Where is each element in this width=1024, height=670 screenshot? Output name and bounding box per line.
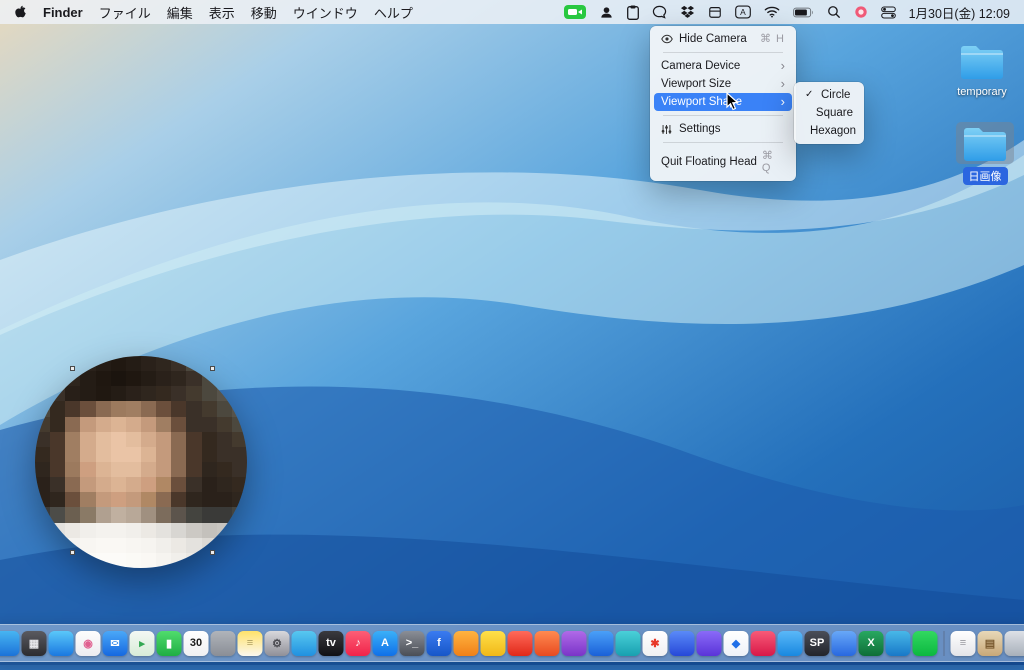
dropdown-menu: Hide Camera⌘ H Camera Device›Viewport Siz…: [650, 26, 796, 181]
menu-bar: Finder ファイル編集表示移動ウインドウヘルプ A: [0, 0, 1024, 24]
desktop-icon-temporary[interactable]: temporary: [947, 40, 1017, 99]
dock-separator: [944, 631, 945, 656]
menubar-menu-移動[interactable]: 移動: [251, 3, 277, 22]
battery-icon[interactable]: [793, 4, 814, 20]
folder-icon: [953, 40, 1011, 82]
dock-app-blue-app-4[interactable]: [886, 631, 911, 656]
dock-app-sp-app[interactable]: SP: [805, 631, 830, 656]
svg-text:A: A: [740, 7, 746, 17]
mouse-cursor: [726, 92, 740, 117]
package-icon[interactable]: [708, 4, 722, 20]
dock-app-photos[interactable]: ◉: [76, 631, 101, 656]
dock-app-yellow-chat[interactable]: [481, 631, 506, 656]
checkmark-icon: ✓: [805, 89, 816, 101]
menu-separator: [663, 52, 783, 53]
dock-app-tv[interactable]: tv: [319, 631, 344, 656]
shortcut-label: ⌘ Q: [762, 150, 785, 174]
folder-icon: [956, 122, 1014, 164]
dock-app-blue-app[interactable]: [589, 631, 614, 656]
control-center-icon[interactable]: [881, 4, 896, 20]
search-icon[interactable]: [827, 4, 841, 20]
dock-app-finder[interactable]: [0, 631, 20, 656]
dock-app-browser-blue[interactable]: [49, 631, 74, 656]
sliders-icon: [661, 124, 674, 135]
floating-head-webcam-overlay[interactable]: [35, 356, 247, 568]
desktop-icon-label: temporary: [951, 85, 1013, 99]
chat-bubble-icon[interactable]: [652, 4, 667, 20]
dock-app-purple-app-2[interactable]: [697, 631, 722, 656]
dock-app-mail[interactable]: ✉: [103, 631, 128, 656]
submenu-item-hexagon[interactable]: Hexagon: [798, 122, 860, 140]
resize-handle-top-left[interactable]: [70, 366, 75, 371]
chevron-right-icon: ›: [781, 97, 785, 107]
dock-app-terminal[interactable]: >_: [400, 631, 425, 656]
dropdown-item-viewport-shape[interactable]: Viewport Shape›: [654, 93, 792, 111]
desktop-icon-label: 日画像: [963, 167, 1008, 185]
webcam-pixel-grid: [35, 356, 247, 568]
viewport-shape-submenu: ✓CircleSquareHexagon: [794, 82, 864, 144]
submenu-item-square[interactable]: Square: [798, 104, 860, 122]
dock-app-teal-app[interactable]: [616, 631, 641, 656]
dropdown-item-settings[interactable]: Settings: [654, 120, 792, 138]
dropdown-item-viewport-size[interactable]: Viewport Size›: [654, 75, 792, 93]
dock-app-red-badge-app[interactable]: [751, 631, 776, 656]
dock-app-appstore[interactable]: A: [373, 631, 398, 656]
dock-app-settings[interactable]: ⚙: [265, 631, 290, 656]
dock-app-trash[interactable]: [1005, 631, 1024, 656]
menubar-menu-編集[interactable]: 編集: [167, 3, 193, 22]
wifi-icon[interactable]: [764, 4, 780, 20]
menu-separator: [663, 142, 783, 143]
menubar-menu-ウインドウ[interactable]: ウインドウ: [293, 3, 358, 22]
dock-app-facetime[interactable]: ▮: [157, 631, 182, 656]
chevron-right-icon: ›: [781, 79, 785, 89]
shortcut-label: ⌘ H: [760, 33, 785, 45]
menubar-menu-ヘルプ[interactable]: ヘルプ: [374, 3, 413, 22]
floating-head-icon[interactable]: [599, 4, 614, 20]
dock-app-notes[interactable]: ≡: [238, 631, 263, 656]
apple-menu-icon[interactable]: [14, 5, 27, 20]
dock-app-blue-app-3[interactable]: [832, 631, 857, 656]
dock-app-red-app[interactable]: [508, 631, 533, 656]
dock-app-blue-app-2[interactable]: [670, 631, 695, 656]
resize-handle-top-right[interactable]: [210, 366, 215, 371]
eye-icon: [661, 34, 674, 44]
submenu-item-circle[interactable]: ✓Circle: [798, 86, 860, 104]
dropdown-item-camera-device[interactable]: Camera Device›: [654, 57, 792, 75]
dock-app-orange-red-app[interactable]: [535, 631, 560, 656]
dock-app-documents-stack[interactable]: ▤: [978, 631, 1003, 656]
menubar-datetime[interactable]: 1月30日(金) 12:09: [909, 3, 1010, 22]
dock-app-white-asterisk-app[interactable]: ✱: [643, 631, 668, 656]
dock-app-facebook[interactable]: f: [427, 631, 452, 656]
dock-app-music[interactable]: ♪: [346, 631, 371, 656]
dock-app-contacts[interactable]: [211, 631, 236, 656]
chevron-right-icon: ›: [781, 61, 785, 71]
dock-app-blue-diamond-app[interactable]: ◆: [724, 631, 749, 656]
dock-app-green-chat[interactable]: [913, 631, 938, 656]
input-source-A-icon[interactable]: A: [735, 4, 751, 20]
dock-app-purple-app[interactable]: [562, 631, 587, 656]
dropdown-item-quit-floating-head[interactable]: Quit Floating Head⌘ Q: [654, 147, 792, 177]
dock-app-launchpad[interactable]: ▦: [22, 631, 47, 656]
dock-app-textedit[interactable]: ≡: [951, 631, 976, 656]
dock-app-freeform[interactable]: [292, 631, 317, 656]
menubar-menu-ファイル[interactable]: ファイル: [99, 3, 151, 22]
desktop-icon-selected-folder[interactable]: 日画像: [950, 122, 1020, 185]
clipboard-icon[interactable]: [627, 4, 639, 20]
resize-handle-bottom-left[interactable]: [70, 550, 75, 555]
dock-app-orange-app[interactable]: [454, 631, 479, 656]
app-pink-icon[interactable]: [854, 4, 868, 20]
menubar-menu-表示[interactable]: 表示: [209, 3, 235, 22]
resize-handle-bottom-right[interactable]: [210, 550, 215, 555]
dock-app-maps[interactable]: ▸: [130, 631, 155, 656]
dropdown-item-hide-camera[interactable]: Hide Camera⌘ H: [654, 30, 792, 48]
dock-app-excel[interactable]: X: [859, 631, 884, 656]
camera-active-icon[interactable]: [564, 4, 586, 20]
dropbox-icon[interactable]: [680, 4, 695, 20]
dock: ▦◉✉▸▮30≡⚙tv♪A>_f✱◆SPX≡▤: [0, 624, 1024, 662]
dock-app-calendar[interactable]: 30: [184, 631, 209, 656]
menu-separator: [663, 115, 783, 116]
dock-app-twitter-blue-app[interactable]: [778, 631, 803, 656]
active-app-name[interactable]: Finder: [43, 5, 83, 20]
menubar-menus: ファイル編集表示移動ウインドウヘルプ: [99, 3, 413, 22]
